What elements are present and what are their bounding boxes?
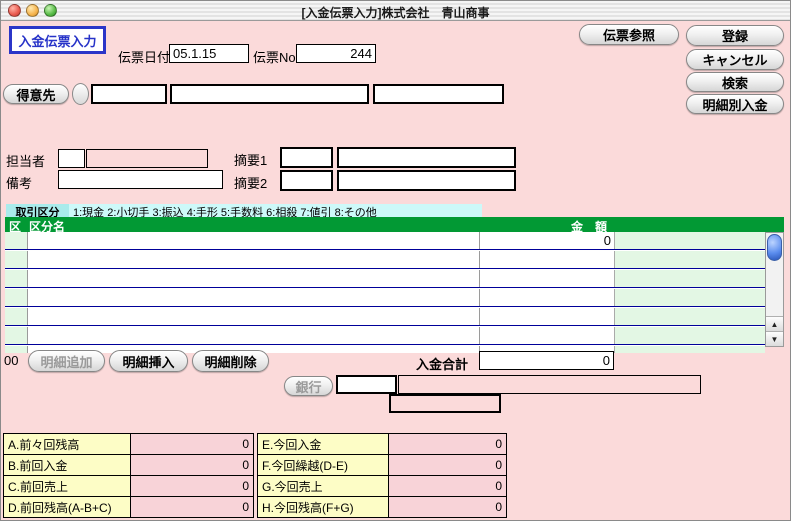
- summary-value: 0: [131, 455, 253, 475]
- summary2-code-input[interactable]: [280, 170, 333, 191]
- customer-button[interactable]: 得意先: [3, 84, 69, 104]
- summary-value: 0: [389, 434, 506, 454]
- table-row[interactable]: 0: [5, 232, 765, 250]
- customer-name-input[interactable]: [170, 84, 369, 104]
- cell-spacer: [614, 270, 765, 287]
- table-row[interactable]: [5, 270, 765, 288]
- cell-amount[interactable]: 0: [479, 232, 614, 249]
- detail-delete-button[interactable]: 明細削除: [192, 350, 269, 372]
- detail-insert-button[interactable]: 明細挿入: [109, 350, 188, 372]
- register-button[interactable]: 登録: [686, 25, 784, 46]
- summary-value: 0: [389, 497, 506, 517]
- summary-value: 0: [389, 476, 506, 496]
- row-count: 00: [4, 353, 18, 368]
- cell-ku[interactable]: [5, 289, 28, 306]
- scrollbar-thumb[interactable]: [767, 234, 782, 261]
- customer-oval-button[interactable]: [72, 83, 89, 105]
- summary-table-left: A.前々回残高 0 B.前回入金 0 C.前回売上 0 D.前回残高(A-B+C…: [3, 433, 254, 518]
- cancel-button[interactable]: キャンセル: [686, 49, 784, 70]
- detail-deposit-button[interactable]: 明細別入金: [686, 94, 784, 114]
- cell-ku[interactable]: [5, 327, 28, 344]
- staff-code-input[interactable]: [58, 149, 85, 168]
- window-title: [入金伝票入力]株式会社 青山商事: [1, 4, 790, 21]
- scroll-down-arrow-icon[interactable]: ▼: [766, 331, 783, 346]
- deposit-total-field: 0: [479, 351, 614, 370]
- table-row[interactable]: [5, 289, 765, 307]
- summary-label: A.前々回残高: [4, 434, 130, 454]
- scroll-up-arrow-icon[interactable]: ▲: [766, 316, 783, 331]
- cell-name[interactable]: [28, 270, 479, 287]
- table-row[interactable]: [5, 308, 765, 326]
- staff-label: 担当者: [6, 151, 45, 170]
- cell-amount[interactable]: [479, 289, 614, 306]
- customer-code-input[interactable]: [91, 84, 167, 104]
- cell-amount[interactable]: [479, 270, 614, 287]
- form-area: 入金伝票入力 伝票日付 05.1.15 伝票No 244 伝票参照 登録 キャン…: [1, 21, 791, 521]
- summary1-label: 摘要1: [234, 150, 267, 169]
- cell-ku[interactable]: [5, 270, 28, 287]
- slip-date-label: 伝票日付: [118, 47, 170, 66]
- detail-table: 区 区分名 金 額 0: [5, 217, 784, 347]
- cell-amount[interactable]: [479, 251, 614, 268]
- summary1-code-input[interactable]: [280, 147, 333, 168]
- slip-no-input[interactable]: 244: [296, 44, 376, 63]
- summary-label: D.前回残高(A-B+C): [4, 497, 130, 517]
- slip-reference-button[interactable]: 伝票参照: [579, 24, 679, 45]
- deposit-total-label: 入金合計: [416, 354, 468, 373]
- cell-amount[interactable]: [479, 327, 614, 344]
- summary1-text-input[interactable]: [337, 147, 516, 168]
- cell-spacer: [614, 232, 765, 249]
- cell-name[interactable]: [28, 232, 479, 249]
- detail-table-header: 区 区分名 金 額: [5, 217, 765, 232]
- app-window: [入金伝票入力]株式会社 青山商事 入金伝票入力 伝票日付 05.1.15 伝票…: [0, 0, 791, 521]
- summary2-label: 摘要2: [234, 173, 267, 192]
- cell-spacer: [614, 327, 765, 344]
- customer-extra-input[interactable]: [373, 84, 504, 104]
- cell-spacer: [614, 251, 765, 268]
- slip-no-label: 伝票No: [253, 47, 296, 66]
- cell-spacer: [614, 289, 765, 306]
- note-input[interactable]: [58, 170, 223, 189]
- cell-ku[interactable]: [5, 251, 28, 268]
- summary-label: F.今回繰越(D-E): [258, 455, 388, 475]
- summary-label: G.今回売上: [258, 476, 388, 496]
- note-label: 備考: [6, 173, 32, 192]
- bank-name-field: [398, 375, 701, 394]
- summary-value: 0: [131, 476, 253, 496]
- table-row[interactable]: [5, 251, 765, 269]
- vertical-scrollbar[interactable]: ▲ ▼: [765, 232, 784, 347]
- slip-date-input[interactable]: 05.1.15: [169, 44, 249, 63]
- summary2-text-input[interactable]: [337, 170, 516, 191]
- bank-code-input[interactable]: [336, 375, 397, 394]
- cell-name[interactable]: [28, 289, 479, 306]
- summary-label: C.前回売上: [4, 476, 130, 496]
- cell-name[interactable]: [28, 308, 479, 325]
- search-button[interactable]: 検索: [686, 72, 784, 92]
- detail-add-button[interactable]: 明細追加: [28, 350, 105, 372]
- cell-spacer: [614, 308, 765, 325]
- bank-button[interactable]: 銀行: [284, 376, 333, 396]
- summary-value: 0: [131, 434, 253, 454]
- detail-table-header-cap: [765, 217, 784, 232]
- title-bar: [入金伝票入力]株式会社 青山商事: [1, 1, 790, 21]
- cell-name[interactable]: [28, 251, 479, 268]
- summary-label: E.今回入金: [258, 434, 388, 454]
- table-row[interactable]: [5, 327, 765, 345]
- summary-value: 0: [389, 455, 506, 475]
- staff-name-field: [86, 149, 208, 168]
- summary-table-right: E.今回入金 0 F.今回繰越(D-E) 0 G.今回売上 0 H.今回残高(F…: [257, 433, 507, 518]
- mode-badge: 入金伝票入力: [9, 26, 106, 54]
- cell-ku[interactable]: [5, 232, 28, 249]
- cell-amount[interactable]: [479, 308, 614, 325]
- cell-ku[interactable]: [5, 308, 28, 325]
- summary-label: H.今回残高(F+G): [258, 497, 388, 517]
- summary-label: B.前回入金: [4, 455, 130, 475]
- cell-name[interactable]: [28, 327, 479, 344]
- bank-branch-field: [389, 394, 501, 413]
- summary-value: 0: [131, 497, 253, 517]
